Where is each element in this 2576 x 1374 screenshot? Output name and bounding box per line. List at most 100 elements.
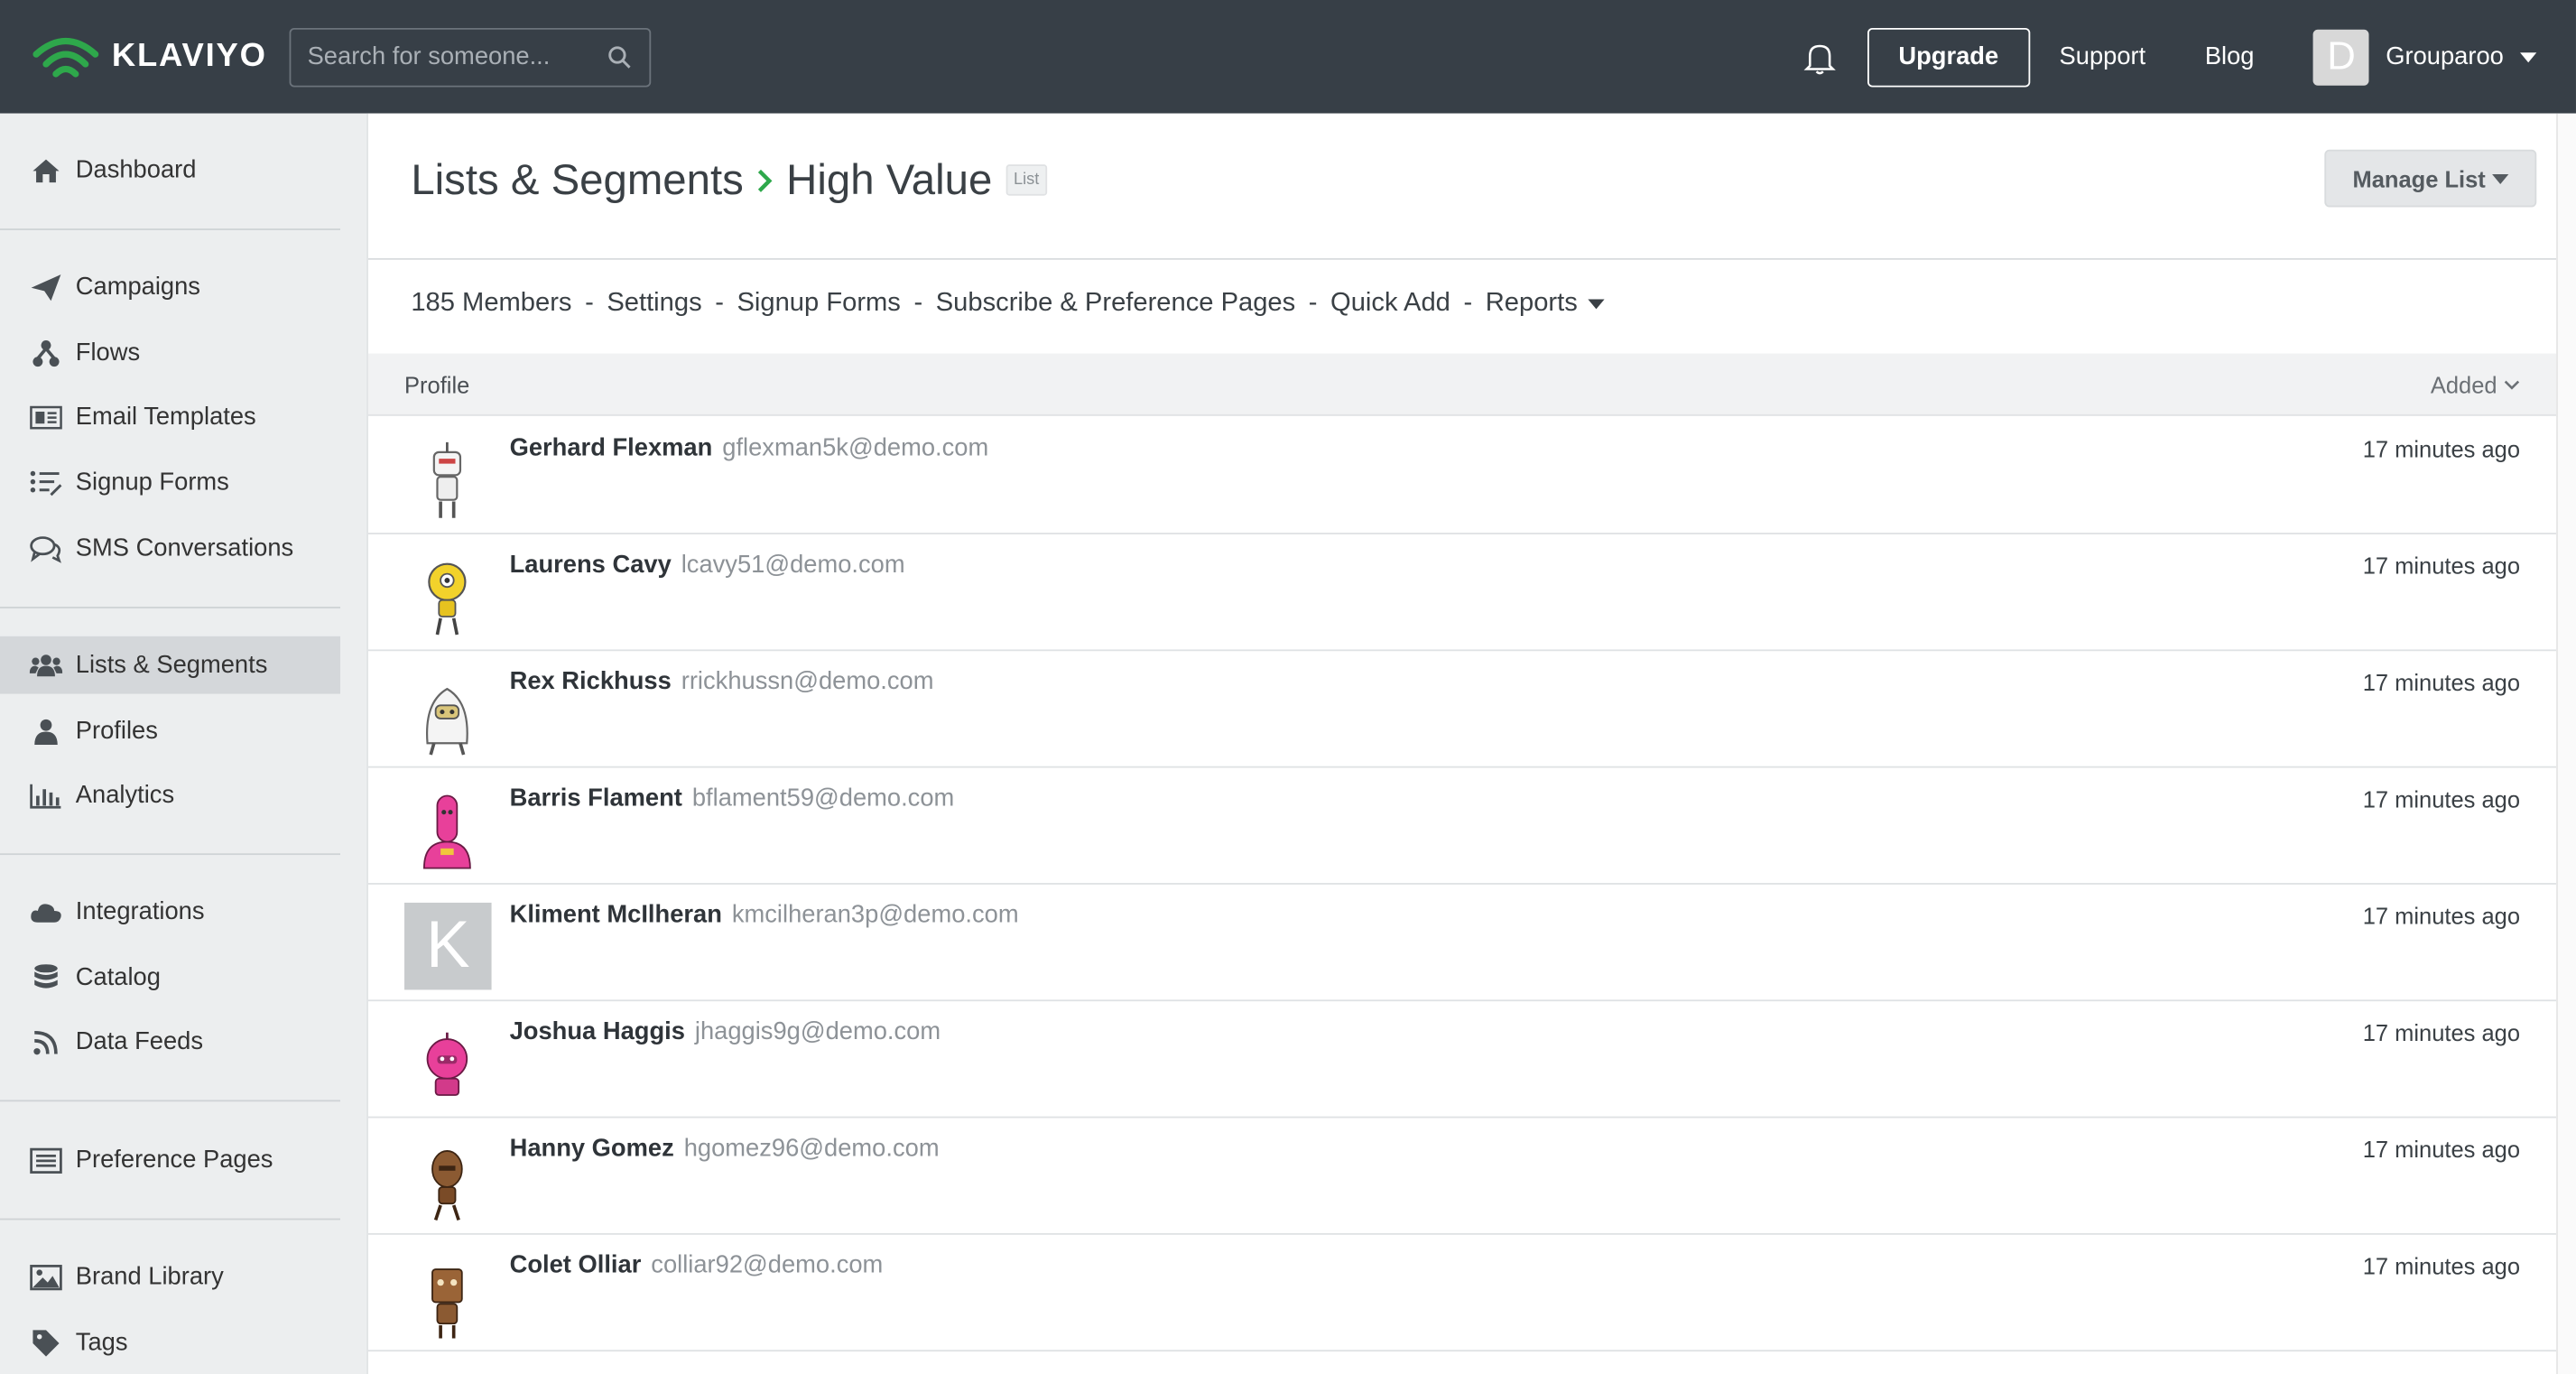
table-header: Profile Added <box>367 353 2557 416</box>
column-header-added-sort[interactable]: Added <box>2431 371 2520 397</box>
breadcrumb-lists-segments[interactable]: Lists & Segments <box>411 154 743 205</box>
support-link[interactable]: Support <box>2060 42 2146 70</box>
list-subnav: 185 Members - Settings - Signup Forms - … <box>411 290 1604 320</box>
sidebar-item-label: Tags <box>75 1328 128 1357</box>
table-row[interactable]: Joshua Haggis jhaggis9g@demo.com 17 minut… <box>367 1001 2557 1119</box>
account-menu[interactable]: D Grouparoo <box>2313 28 2537 85</box>
page-header: Lists & Segments High Value List <box>411 154 1048 205</box>
bar-chart-icon <box>30 780 62 810</box>
chevron-right-icon <box>758 168 774 191</box>
sidebar-item-catalog[interactable]: Catalog <box>0 949 340 1007</box>
sidebar-item-dashboard[interactable]: Dashboard <box>0 142 340 200</box>
members-count-link[interactable]: 185 Members <box>411 290 571 320</box>
settings-link[interactable]: Settings <box>607 290 701 320</box>
sidebar-item-brand-library[interactable]: Brand Library <box>0 1248 340 1305</box>
sidebar-item-label: Integrations <box>75 897 205 926</box>
table-row[interactable]: K Kliment McIlheran kmcilheran3p@demo.com… <box>367 885 2557 1002</box>
sidebar-divider <box>0 1100 341 1102</box>
home-icon <box>30 155 62 185</box>
separator: - <box>715 289 724 318</box>
reports-dropdown[interactable]: Reports <box>1486 290 1578 320</box>
table-row[interactable]: Rex Rickhuss rrickhussn@demo.com 17 minut… <box>367 651 2557 768</box>
profile-email: rrickhussn@demo.com <box>681 667 934 696</box>
sidebar-item-flows[interactable]: Flows <box>0 324 340 382</box>
sidebar-item-signup-forms[interactable]: Signup Forms <box>0 454 340 512</box>
table-row[interactable]: Laurens Cavy lcavy51@demo.com 17 minutes … <box>367 534 2557 652</box>
table-row[interactable]: Gerhard Flexman gflexman5k@demo.com 17 mi… <box>367 418 2557 534</box>
profile-email: bflament59@demo.com <box>691 784 955 812</box>
header-divider <box>367 257 2557 260</box>
signup-forms-link[interactable]: Signup Forms <box>737 290 900 320</box>
flow-icon <box>30 338 62 367</box>
table-row[interactable]: Barris Flament bflament59@demo.com 17 min… <box>367 768 2557 885</box>
profile-email: gflexman5k@demo.com <box>722 433 989 462</box>
users-icon <box>29 650 63 680</box>
sidebar-item-sms-conversations[interactable]: SMS Conversations <box>0 520 340 578</box>
quick-add-link[interactable]: Quick Add <box>1330 290 1450 320</box>
table-row[interactable]: Hanny Gomez hgomez96@demo.com 17 minutes … <box>367 1118 2557 1235</box>
sidebar-item-label: Lists & Segments <box>75 651 268 680</box>
separator: - <box>1463 289 1473 318</box>
robot-avatar <box>422 794 471 869</box>
blog-link[interactable]: Blog <box>2205 42 2255 70</box>
user-icon <box>30 716 62 746</box>
sidebar-item-integrations[interactable]: Integrations <box>0 883 340 941</box>
sidebar-item-campaigns[interactable]: Campaigns <box>0 258 340 316</box>
sidebar-item-data-feeds[interactable]: Data Feeds <box>0 1013 340 1071</box>
caret-down-icon[interactable] <box>1587 299 1604 310</box>
column-header-added-label: Added <box>2430 370 2497 397</box>
sidebar-item-label: Brand Library <box>75 1262 224 1291</box>
sidebar-item-tags[interactable]: Tags <box>0 1314 340 1371</box>
profile-name[interactable]: Gerhard Flexman gflexman5k@demo.com <box>510 434 989 462</box>
profile-name-text: Gerhard Flexman <box>509 433 713 462</box>
profile-name[interactable]: Barris Flament bflament59@demo.com <box>510 784 955 812</box>
profile-name-text: Kliment McIlheran <box>509 901 722 930</box>
main-content: Lists & Segments High Value List Manage … <box>367 113 2557 1374</box>
profile-name[interactable]: Rex Rickhuss rrickhussn@demo.com <box>510 667 934 695</box>
robot-avatar <box>432 441 462 518</box>
sidebar-item-email-templates[interactable]: Email Templates <box>0 388 340 446</box>
added-time: 17 minutes ago <box>2362 1136 2521 1163</box>
robot-avatar <box>431 1149 463 1221</box>
list-page-icon <box>30 1146 62 1175</box>
chat-icon <box>30 534 62 563</box>
page-scrollbar[interactable] <box>2556 113 2576 1374</box>
sidebar-item-analytics[interactable]: Analytics <box>0 766 340 824</box>
profile-name-text: Barris Flament <box>509 784 682 812</box>
separator: - <box>585 289 594 318</box>
sidebar-item-label: Analytics <box>75 781 175 810</box>
column-header-profile: Profile <box>404 370 470 397</box>
sidebar-item-lists-segments[interactable]: Lists & Segments <box>0 636 341 694</box>
sidebar-item-label: Flows <box>75 339 141 367</box>
caret-down-icon <box>2520 51 2537 62</box>
profile-name[interactable]: Kliment McIlheran kmcilheran3p@demo.com <box>510 901 1019 929</box>
sidebar-item-label: Profiles <box>75 717 158 746</box>
added-time: 17 minutes ago <box>2362 1252 2521 1279</box>
klaviyo-logo[interactable]: KLAVIYO <box>30 31 276 83</box>
profile-name-text: Hanny Gomez <box>509 1134 674 1163</box>
bell-icon[interactable] <box>1802 39 1838 75</box>
profile-name[interactable]: Colet Olliar colliar92@demo.com <box>510 1251 884 1279</box>
search-box[interactable] <box>289 27 652 87</box>
profile-name[interactable]: Hanny Gomez hgomez96@demo.com <box>510 1135 940 1163</box>
profile-name-text: Colet Olliar <box>509 1251 642 1279</box>
brand-name: KLAVIYO <box>111 37 267 74</box>
top-navigation: KLAVIYO Upgrade Support Blog D Grouparoo <box>0 0 2576 114</box>
sidebar-item-profiles[interactable]: Profiles <box>0 702 340 760</box>
page-title: High Value <box>786 154 993 204</box>
upgrade-button[interactable]: Upgrade <box>1867 27 2030 87</box>
sidebar-item-label: Signup Forms <box>75 469 229 497</box>
subscribe-preference-pages-link[interactable]: Subscribe & Preference Pages <box>936 290 1295 320</box>
sidebar-item-preference-pages[interactable]: Preference Pages <box>0 1131 340 1189</box>
table-row[interactable]: Colet Olliar colliar92@demo.com 17 minute… <box>367 1235 2557 1352</box>
profile-name[interactable]: Laurens Cavy lcavy51@demo.com <box>510 551 905 579</box>
search-icon[interactable] <box>607 43 633 70</box>
sidebar-item-label: Campaigns <box>75 273 200 302</box>
sidebar-divider <box>0 607 341 608</box>
robot-avatar <box>428 562 467 636</box>
separator: - <box>913 289 923 318</box>
list-type-badge: List <box>1005 164 1048 196</box>
manage-list-button[interactable]: Manage List <box>2324 149 2537 208</box>
profile-name[interactable]: Joshua Haggis jhaggis9g@demo.com <box>510 1017 941 1045</box>
search-input[interactable] <box>307 42 607 71</box>
